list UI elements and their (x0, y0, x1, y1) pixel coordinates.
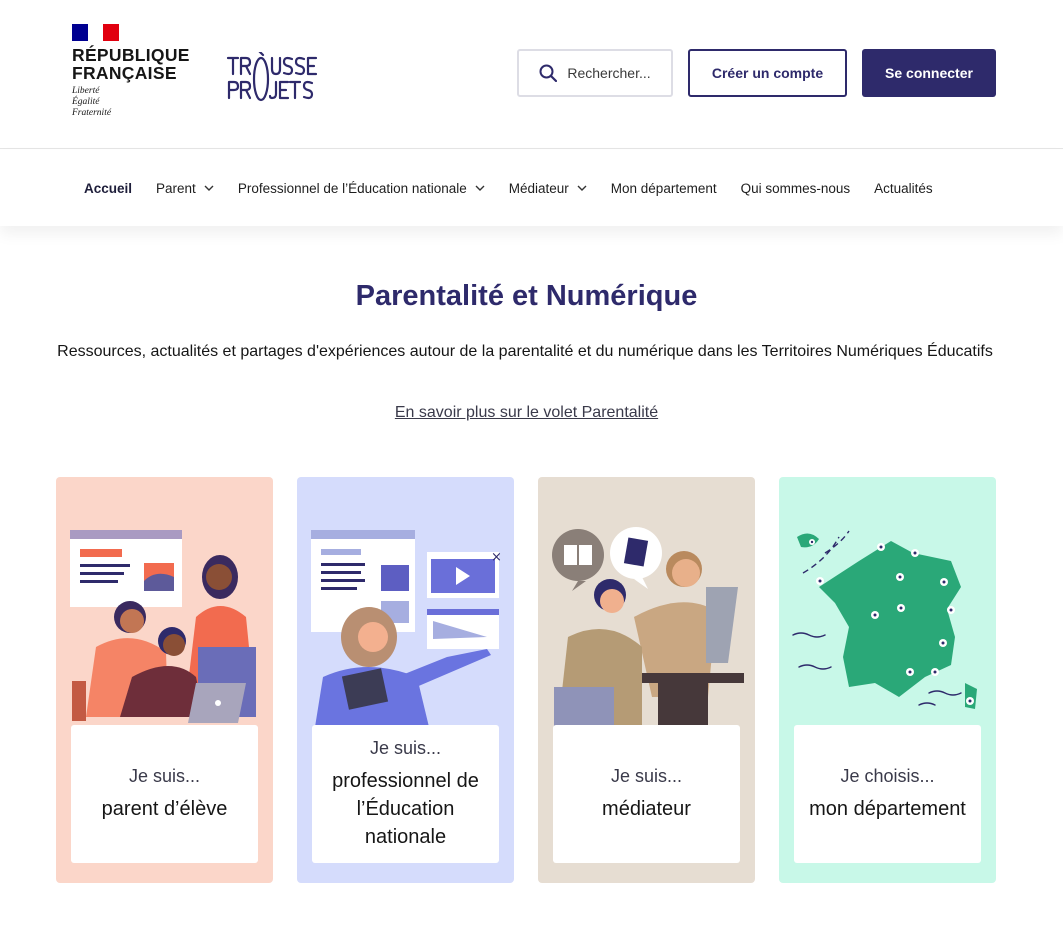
rf-title-line1: RÉPUBLIQUE (72, 45, 190, 65)
nav-label: Parent (156, 180, 196, 196)
card-mediateur[interactable]: Je suis... médiateur (538, 477, 755, 883)
nav-label: Mon département (610, 180, 717, 196)
nav-label: Qui sommes-nous (740, 180, 851, 196)
card-parent-label-box: Je suis... parent d’élève (71, 725, 258, 863)
login-label: Se connecter (885, 65, 973, 81)
card-departement[interactable]: Je choisis... mon département (779, 477, 996, 883)
chevron-down-icon (204, 185, 214, 191)
card-parent[interactable]: Je suis... parent d’élève (56, 477, 273, 883)
nav-item-parent[interactable]: Parent (156, 181, 214, 196)
parent-illustration-icon (70, 530, 256, 723)
rf-title-line2: FRANÇAISE (72, 63, 177, 83)
create-account-label: Créer un compte (711, 65, 824, 81)
nav-item-mon-departement[interactable]: Mon département (611, 181, 717, 196)
create-account-button[interactable]: Créer un compte (688, 49, 847, 97)
card-main-text: mon département (809, 797, 966, 820)
card-mediateur-label-box: Je suis... médiateur (553, 725, 740, 863)
nav-item-qui-sommes-nous[interactable]: Qui sommes-nous (741, 181, 851, 196)
search-label: Rechercher... (567, 65, 651, 81)
motto-fraternite: Fraternité (72, 108, 112, 118)
parentalite-link[interactable]: En savoir plus sur le volet Parentalité (395, 404, 658, 421)
search-icon (539, 64, 558, 82)
mediator-illustration-icon (552, 527, 744, 727)
rf-title: RÉPUBLIQUE FRANÇAISE (72, 46, 190, 82)
card-pre-text: Je suis... (610, 765, 683, 786)
card-main-text: professionnel de l’Éducation nationale (332, 769, 479, 848)
teacher-illustration-icon: × (311, 530, 502, 727)
chevron-down-icon (577, 185, 587, 191)
trousse-projets-logo[interactable] (226, 52, 320, 106)
french-flag-icon (72, 24, 120, 41)
nav-label: Accueil (84, 180, 133, 196)
card-pre-text: Je suis... (128, 765, 201, 786)
parentalite-link-wrap: En savoir plus sur le volet Parentalité (0, 404, 1053, 422)
main-nav: Accueil Parent Professionnel de l’Éducat… (0, 150, 1063, 226)
nav-item-mediateur[interactable]: Médiateur (509, 181, 587, 196)
card-departement-label-box: Je choisis... mon département (794, 725, 981, 863)
page-subtitle: Ressources, actualités et partages d'exp… (57, 343, 993, 360)
nav-item-accueil[interactable]: Accueil (84, 181, 132, 196)
svg-text:×: × (491, 550, 502, 565)
card-professionnel[interactable]: × Je suis... professionnel de l’Éducatio… (297, 477, 514, 883)
card-professionnel-label-box: Je suis... professionnel de l’Éducation … (312, 725, 499, 863)
republique-francaise-logo[interactable]: RÉPUBLIQUE FRANÇAISE Liberté Égalité Fra… (72, 24, 190, 119)
card-main-text: parent d’élève (101, 797, 228, 820)
site-header: RÉPUBLIQUE FRANÇAISE Liberté Égalité Fra… (0, 0, 1063, 149)
nav-label: Actualités (874, 180, 933, 196)
rf-motto: Liberté Égalité Fraternité (72, 86, 190, 119)
search-button[interactable]: Rechercher... (517, 49, 673, 97)
nav-label: Professionnel de l’Éducation nationale (237, 180, 467, 196)
motto-liberte: Liberté (72, 86, 100, 96)
nav-label: Médiateur (508, 180, 569, 196)
nav-item-professionnel[interactable]: Professionnel de l’Éducation nationale (238, 181, 485, 196)
france-map-illustration-icon (792, 530, 977, 709)
nav-item-actualites[interactable]: Actualités (874, 181, 933, 196)
page-title: Parentalité et Numérique (355, 280, 698, 312)
motto-egalite: Égalité (72, 97, 100, 107)
card-pre-text: Je choisis... (840, 765, 935, 786)
card-pre-text: Je suis... (369, 737, 442, 758)
chevron-down-icon (475, 185, 485, 191)
login-button[interactable]: Se connecter (862, 49, 996, 97)
card-main-text: médiateur (602, 797, 691, 820)
